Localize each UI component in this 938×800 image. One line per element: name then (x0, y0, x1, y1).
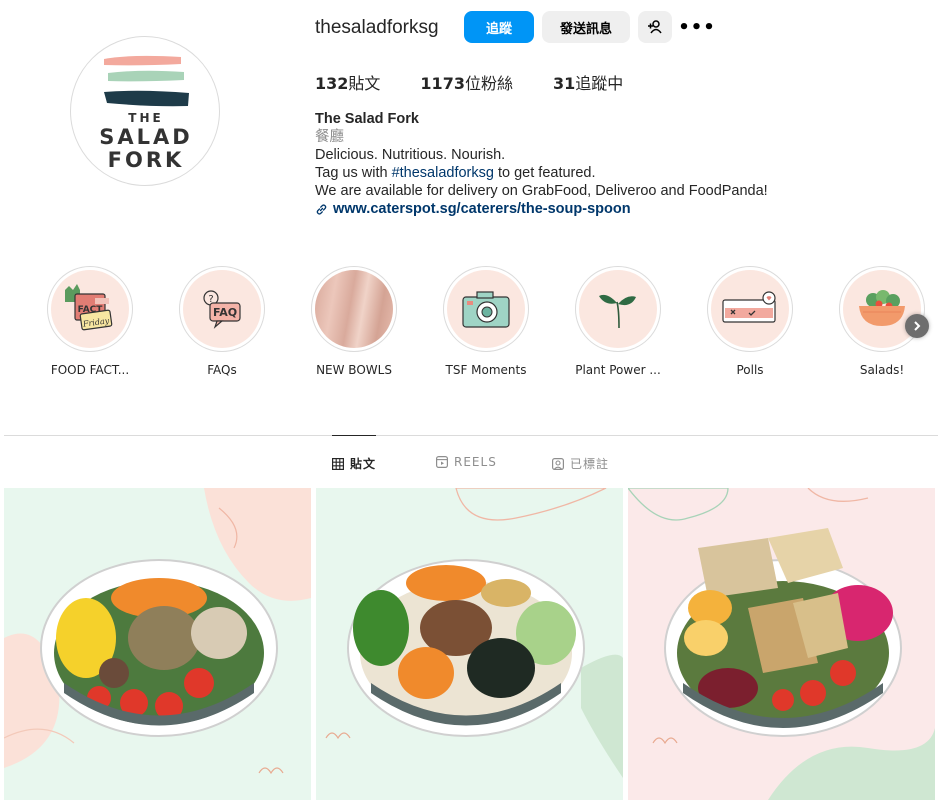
post-tile[interactable] (628, 488, 935, 800)
logo-brush-strokes-icon (104, 55, 189, 107)
fact-label: FACT (78, 305, 104, 315)
faq-art-label: FAQ (213, 306, 237, 319)
highlight-label: FOOD FACT... (50, 363, 130, 377)
highlight-cover: ? FAQ (179, 266, 265, 352)
tab-label: REELS (454, 455, 497, 469)
salad-bowl-icon (843, 270, 921, 348)
tab-tagged[interactable]: 已標註 (552, 455, 609, 472)
bio-line-delivery: We are available for delivery on GrabFoo… (315, 183, 768, 199)
highlight-polls[interactable]: Polls (705, 266, 795, 377)
profile-category: 餐廳 (315, 129, 344, 145)
beef-bowl-image (325, 488, 623, 778)
tab-label: 已標註 (570, 457, 610, 471)
send-message-button[interactable]: 發送訊息 (542, 11, 630, 43)
highlight-label: Polls (736, 363, 764, 377)
posts-grid (4, 488, 938, 800)
highlight-label: TSF Moments (445, 363, 527, 377)
posts-stat[interactable]: 132貼文 (315, 70, 380, 94)
highlight-label: Salads! (859, 363, 905, 377)
highlight-faqs[interactable]: ? FAQ FAQs (177, 266, 267, 377)
following-label: 追蹤中 (575, 74, 624, 93)
profile-avatar[interactable]: THE SALAD FORK (70, 36, 220, 186)
more-options-button[interactable]: ••• (678, 11, 715, 43)
following-stat[interactable]: 31追蹤中 (553, 70, 623, 94)
highlight-new-bowls[interactable]: NEW BOWLS (309, 266, 399, 377)
post-tile[interactable] (316, 488, 623, 800)
fact-friday-icon: FACT Friday (51, 270, 129, 348)
active-tab-indicator (332, 435, 376, 436)
profile-bio: The Salad Fork 餐廳 Delicious. Nutritious.… (315, 110, 768, 218)
highlight-cover (311, 266, 397, 352)
tab-posts[interactable]: 貼文 (332, 455, 376, 472)
highlight-tsf-moments[interactable]: TSF Moments (441, 266, 531, 377)
highlight-cover (707, 266, 793, 352)
chevron-right-icon (914, 321, 921, 331)
person-add-icon (648, 20, 662, 34)
suggest-user-button[interactable] (638, 11, 672, 43)
bio-line-tag: Tag us with #thesaladforksg to get featu… (315, 164, 768, 182)
follow-button[interactable]: 追蹤 (464, 11, 534, 43)
followers-stat[interactable]: 1173位粉絲 (420, 70, 513, 94)
highlight-plant-power[interactable]: Plant Power ... (573, 266, 663, 377)
posts-label: 貼文 (348, 74, 381, 93)
sprout-icon (579, 270, 657, 348)
profile-stats: 132貼文 1173位粉絲 31追蹤中 (315, 70, 663, 94)
highlight-cover (839, 266, 925, 352)
profile-display-name: The Salad Fork (315, 111, 419, 127)
highlight-label: FAQs (207, 363, 237, 377)
pink-texture-icon (315, 270, 393, 348)
link-icon (316, 203, 327, 215)
highlight-cover: FACT Friday (47, 266, 133, 352)
bio-text: Tag us with (315, 165, 392, 181)
poll-icon (711, 270, 789, 348)
followers-label: 位粉絲 (464, 74, 513, 93)
camera-icon (447, 270, 525, 348)
followers-count: 1173 (420, 74, 465, 93)
logo-word-salad: SALAD (99, 125, 193, 149)
chicken-bowl-image (628, 488, 935, 800)
highlight-label: NEW BOWLS (316, 363, 392, 377)
following-count: 31 (552, 74, 576, 93)
faq-icon: ? FAQ (183, 270, 261, 348)
tabs-divider (4, 435, 938, 436)
post-tile[interactable] (4, 488, 311, 800)
logo-word-the: THE (128, 111, 164, 125)
tab-label: 貼文 (350, 457, 377, 471)
profile-tabs: 貼文 REELS 已標註 (0, 455, 938, 471)
profile-username: thesaladforksg (315, 17, 439, 38)
grid-icon (332, 457, 344, 470)
posts-count: 132 (315, 74, 349, 93)
external-link-text: www.caterspot.sg/caterers/the-soup-spoon (333, 201, 631, 217)
hashtag-link[interactable]: #thesaladforksg (392, 165, 494, 181)
tagged-icon (552, 457, 564, 470)
bio-text: to get featured. (493, 165, 596, 181)
highlight-food-fact[interactable]: FACT Friday FOOD FACT... (45, 266, 135, 377)
story-highlights: FACT Friday FOOD FACT... ? FAQ FAQs NEW … (45, 266, 935, 386)
highlights-next-button[interactable] (905, 314, 929, 338)
bio-line-tagline: Delicious. Nutritious. Nourish. (315, 147, 506, 163)
tab-reels[interactable]: REELS (436, 455, 497, 469)
reels-icon (436, 456, 448, 468)
salad-bowl-image (4, 488, 311, 775)
more-horizontal-icon: ••• (678, 16, 716, 38)
logo-word-fork: FORK (107, 148, 185, 172)
external-link[interactable]: www.caterspot.sg/caterers/the-soup-spoon (315, 200, 768, 218)
highlight-label: Plant Power ... (575, 363, 661, 377)
highlight-cover (575, 266, 661, 352)
highlight-cover (443, 266, 529, 352)
